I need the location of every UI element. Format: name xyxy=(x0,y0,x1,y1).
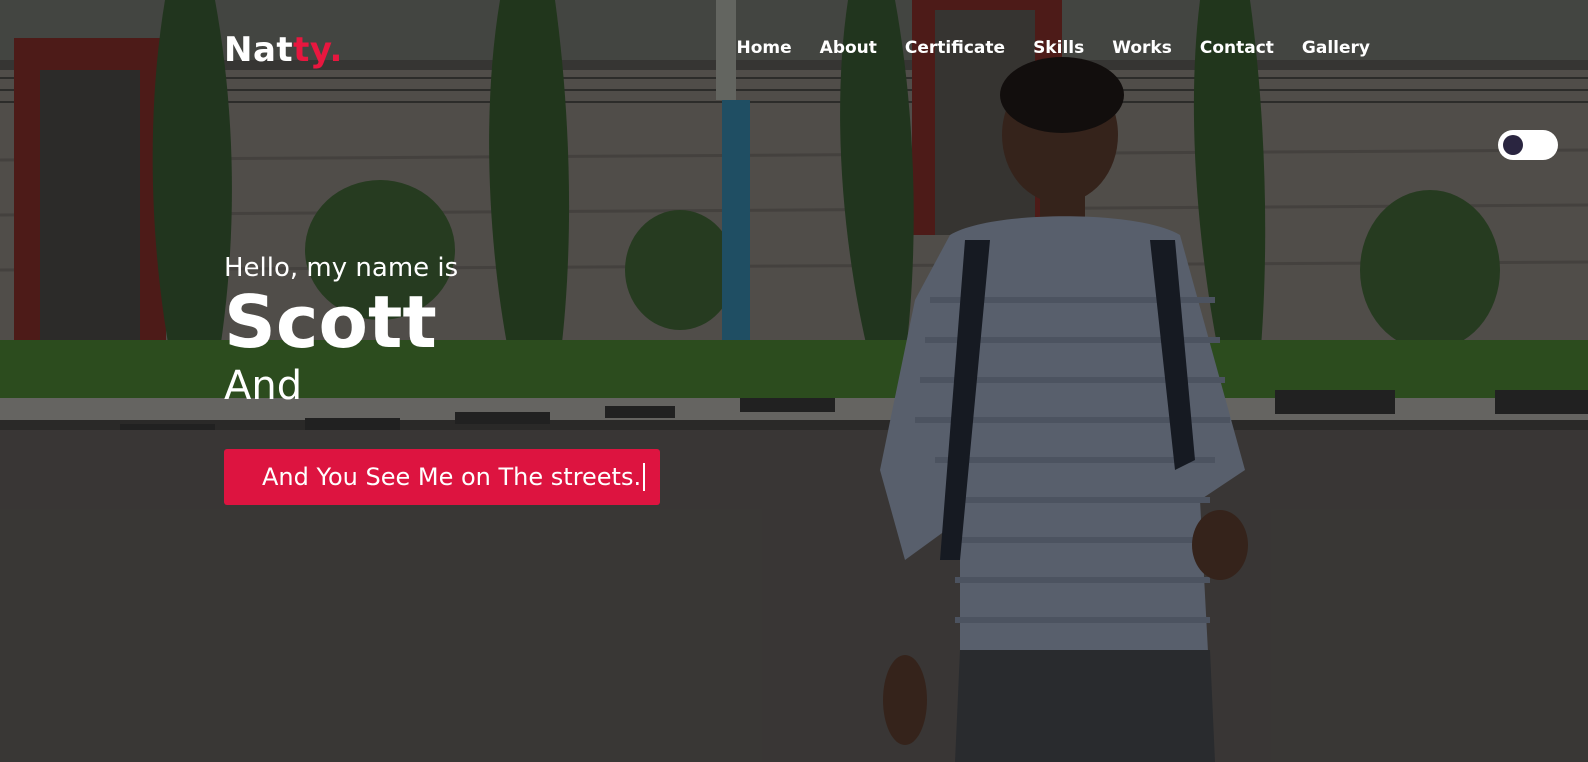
typed-text-button[interactable]: And You See Me on The streets. xyxy=(224,449,660,505)
typed-text: And You See Me on The streets. xyxy=(262,463,642,491)
brand-logo[interactable]: Natty. xyxy=(224,30,343,70)
nav-item-gallery[interactable]: Gallery xyxy=(1302,38,1370,58)
nav-item-certificate[interactable]: Certificate xyxy=(905,38,1005,58)
nav-item-about[interactable]: About xyxy=(820,38,877,58)
hero-section: Natty. Home About Certificate Skills Wor… xyxy=(0,0,1588,762)
toggle-knob-icon xyxy=(1503,135,1523,155)
brand-dot: . xyxy=(329,30,343,70)
nav-item-works[interactable]: Works xyxy=(1112,38,1172,58)
nav-item-skills[interactable]: Skills xyxy=(1033,38,1084,58)
hero-intro: Hello, my name is Scott And xyxy=(224,253,458,410)
nav-item-contact[interactable]: Contact xyxy=(1200,38,1274,58)
hero-name: Scott xyxy=(224,280,437,365)
nav-item-home[interactable]: Home xyxy=(737,38,792,58)
brand-text-accent: ty xyxy=(293,30,330,70)
brand-text-primary: Nat xyxy=(224,30,294,70)
hero-subtitle: And xyxy=(224,363,303,410)
theme-toggle[interactable] xyxy=(1498,130,1558,160)
text-cursor-icon xyxy=(643,463,646,491)
main-nav: Home About Certificate Skills Works Cont… xyxy=(737,38,1370,58)
